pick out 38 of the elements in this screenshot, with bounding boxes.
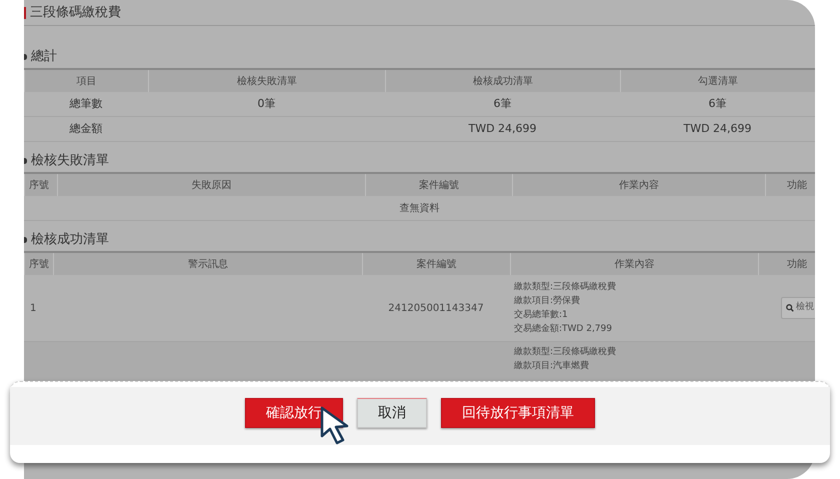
column-header: 勾選清單 (620, 70, 815, 92)
table-cell-text: 總金額 (70, 120, 102, 137)
column-header: 功能 (765, 174, 815, 196)
detail-line: 繳款類型:三段條碼繳稅費 (514, 280, 618, 294)
table-cell-text: 6筆 (708, 96, 726, 112)
detail-line: 繳款項目:汽車燃費 (514, 360, 590, 373)
footer-button[interactable]: 回待放行事項清單 (441, 398, 595, 428)
column-header: 項目 (24, 70, 148, 92)
column-header: 作業內容 (510, 253, 758, 275)
column-header: 作業內容 (512, 174, 765, 196)
empty-message: 查無資料 (400, 202, 440, 216)
table-cell-text: 1 (30, 302, 36, 316)
column-header: 序號 (24, 174, 57, 196)
view-button[interactable]: 檢視 (781, 297, 815, 319)
page-title: 三段條碼繳稅費 (30, 4, 121, 22)
detail-line: 繳款類型:三段條碼繳稅費 (514, 346, 618, 359)
detail-line: 繳款項目:勞保費 (514, 294, 582, 308)
detail-line: 交易總筆數:1 (514, 308, 569, 322)
section-title: 檢核失敗清單 (31, 152, 109, 170)
detail-line: 交易總金額:TWD 2,799 (514, 322, 613, 336)
section-title: 檢核成功清單 (31, 231, 109, 250)
table-cell-text: 總筆數 (70, 96, 102, 112)
column-header: 功能 (758, 253, 815, 275)
table-cell-text: 6筆 (494, 96, 512, 112)
column-header: 案件編號 (362, 253, 510, 275)
section-title: 總計 (31, 48, 57, 66)
column-header: 檢核成功清單 (385, 70, 620, 92)
search-icon (786, 304, 794, 312)
column-header: 警示訊息 (53, 253, 362, 275)
footer-button[interactable]: 取消 (357, 398, 427, 428)
column-header: 序號 (24, 253, 53, 275)
table-cell-text: 0筆 (258, 96, 276, 112)
table-cell-text: TWD 24,699 (683, 120, 752, 137)
table-cell-text: 241205001143347 (388, 302, 484, 316)
column-header: 失敗原因 (57, 174, 365, 196)
table-cell-text: TWD 24,699 (468, 120, 537, 137)
column-header: 案件編號 (365, 174, 512, 196)
column-header: 檢核失敗清單 (148, 70, 385, 92)
